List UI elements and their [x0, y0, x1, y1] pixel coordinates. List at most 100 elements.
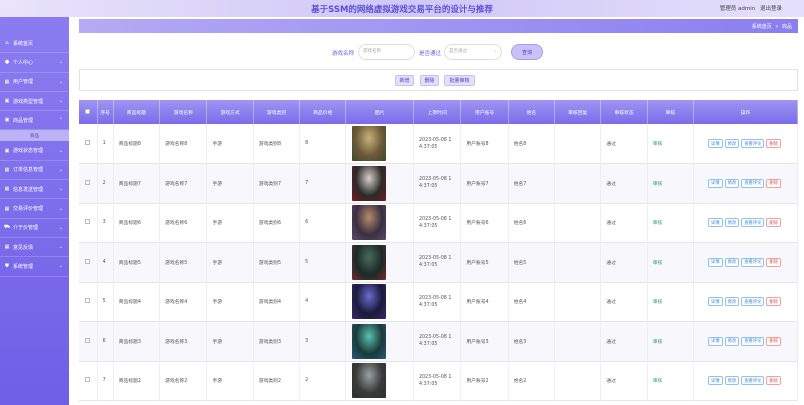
delete-row-button[interactable]: 删除 [766, 257, 782, 267]
sidebar-item[interactable]: ▦ 交易评价管理 ⌄ [0, 199, 69, 219]
row-checkbox[interactable] [85, 298, 91, 304]
cell-audit[interactable]: 审核 [647, 203, 695, 243]
cell-status: 通过 [600, 163, 648, 203]
sidebar-item-label: 信息发送管理 [13, 186, 44, 193]
cell-operations: 详情 修改 查看评论 删除 [693, 242, 798, 282]
cell-index: 5 [97, 282, 114, 322]
sidebar-item[interactable]: ▦ 意见反馈 ⌄ [0, 238, 69, 258]
batch-review-button[interactable]: 批量审核 [444, 75, 475, 86]
row-checkbox-cell[interactable] [79, 203, 98, 243]
row-checkbox-cell[interactable] [79, 242, 98, 282]
view-comments-button[interactable]: 查看评论 [741, 376, 765, 386]
cell-audit[interactable]: 审核 [647, 321, 695, 361]
cell-index: 1 [97, 124, 114, 164]
sidebar-item[interactable]: ⌂ 系统首页 [0, 34, 69, 54]
edit-button[interactable]: 修改 [724, 336, 740, 346]
row-checkbox[interactable] [85, 337, 91, 343]
grid-icon: ▦ [4, 244, 10, 251]
sidebar-item[interactable]: ▦ 用户管理 ⌄ [0, 73, 69, 92]
cell-title: 商品标题8 [113, 124, 161, 164]
row-checkbox[interactable] [85, 179, 91, 185]
sidebar-item[interactable]: ⛊ 系统管理 ⌄ [0, 257, 69, 277]
cell-image [345, 203, 414, 243]
column-header: 审核状态 [600, 100, 648, 124]
table-header-row: 序号 商品标题 游戏名称 游戏方式 游戏类别 商品价格 图片 上架时间 用户账号 姓名 审核回复 审核… [79, 100, 798, 124]
select-all-checkbox[interactable] [79, 100, 98, 124]
view-comments-button[interactable]: 查看评论 [741, 257, 765, 267]
view-comments-button[interactable]: 查看评论 [741, 297, 765, 307]
cell-audit[interactable]: 审核 [647, 242, 695, 282]
search-button[interactable]: 查询 [511, 44, 543, 60]
sidebar-subitem-product[interactable]: 商品 [0, 130, 69, 142]
delete-row-button[interactable]: 删除 [766, 218, 782, 228]
edit-button[interactable]: 修改 [724, 178, 740, 188]
delete-button[interactable]: 删除 [420, 75, 439, 86]
chevron-down-icon: ⌄ [58, 186, 63, 193]
row-checkbox-cell[interactable] [79, 124, 98, 164]
sidebar-item[interactable]: ● 个人中心 ⌄ [0, 53, 69, 73]
view-comments-button[interactable]: 查看评论 [741, 178, 765, 188]
view-comments-button[interactable]: 查看评论 [741, 218, 765, 228]
view-comments-button[interactable]: 查看评论 [741, 336, 765, 346]
delete-row-button[interactable]: 删除 [766, 376, 782, 386]
pass-select[interactable]: 是否通过 ⌄ [444, 44, 502, 60]
sidebar-item[interactable]: ▣ 游戏状态管理 ⌄ [0, 141, 69, 161]
sidebar-item[interactable]: ▦ 订单信息管理 ⌄ [0, 161, 69, 181]
detail-button[interactable]: 详情 [708, 139, 723, 148]
row-checkbox-cell[interactable] [79, 321, 98, 361]
cell-audit[interactable]: 审核 [647, 124, 695, 164]
cell-title: 商品标题6 [113, 203, 161, 243]
cell-date: 2023-05-08 1 4:37:05 [413, 163, 462, 203]
add-button[interactable]: 新增 [395, 75, 414, 86]
sidebar-item[interactable]: ▦ 信息发送管理 ⌄ [0, 180, 69, 200]
cell-audit[interactable]: 审核 [647, 282, 695, 322]
date-line-2: 4:37:05 [418, 263, 438, 269]
delete-row-button[interactable]: 删除 [766, 139, 782, 148]
detail-button[interactable]: 详情 [708, 297, 723, 307]
chevron-down-icon: ⌄ [58, 224, 63, 231]
sidebar-item[interactable]: ▣ 商品管理 ⌃ [0, 111, 69, 131]
edit-button[interactable]: 修改 [724, 257, 740, 267]
row-checkbox[interactable] [85, 219, 91, 225]
detail-button[interactable]: 详情 [708, 178, 723, 188]
logout-link[interactable]: 退出登录 [760, 6, 782, 12]
sidebar-item[interactable]: ⛟ 介于价管理 ⌄ [0, 219, 69, 238]
detail-button[interactable]: 详情 [708, 218, 723, 228]
delete-row-button[interactable]: 删除 [766, 178, 782, 188]
table-row: 5 商品标题4 游戏名称4 手游 游戏类别4 4 2023-05-08 1 4:37:05 用户… [79, 282, 798, 322]
detail-button[interactable]: 详情 [708, 376, 723, 386]
breadcrumb-separator: » [775, 24, 779, 30]
cell-price: 7 [299, 163, 347, 203]
sidebar-item-label: 订单信息管理 [13, 167, 44, 174]
cell-price: 8 [299, 124, 347, 164]
cell-index: 6 [97, 321, 114, 361]
row-checkbox[interactable] [85, 377, 91, 383]
checkbox[interactable] [85, 108, 91, 114]
edit-button[interactable]: 修改 [724, 376, 740, 386]
detail-button[interactable]: 详情 [708, 336, 723, 346]
sidebar-item-label: 系统首页 [13, 40, 34, 47]
cell-name: 姓名4 [508, 282, 556, 322]
cell-audit[interactable]: 审核 [647, 163, 695, 203]
cell-type: 游戏类别7 [253, 163, 301, 203]
row-checkbox[interactable] [85, 140, 91, 145]
detail-button[interactable]: 详情 [708, 257, 723, 267]
delete-row-button[interactable]: 删除 [766, 297, 782, 307]
edit-button[interactable]: 修改 [724, 139, 740, 148]
row-checkbox-cell[interactable] [79, 361, 98, 401]
cell-index: 2 [97, 163, 114, 203]
row-checkbox[interactable] [85, 258, 91, 264]
edit-button[interactable]: 修改 [724, 297, 740, 307]
breadcrumb-home[interactable]: 系统首页 [752, 24, 772, 30]
delete-row-button[interactable]: 删除 [766, 336, 782, 346]
sidebar-item[interactable]: ▣ 游戏类型管理 ⌄ [0, 92, 69, 112]
column-header: 审核回复 [554, 100, 602, 124]
cell-title: 商品标题7 [113, 163, 161, 203]
cell-reply [554, 163, 602, 203]
view-comments-button[interactable]: 查看评论 [741, 139, 765, 148]
row-checkbox-cell[interactable] [79, 163, 98, 203]
cell-audit[interactable]: 审核 [647, 361, 695, 401]
row-checkbox-cell[interactable] [79, 282, 98, 322]
edit-button[interactable]: 修改 [724, 218, 740, 228]
game-name-input[interactable]: 游戏名称 [358, 44, 415, 60]
